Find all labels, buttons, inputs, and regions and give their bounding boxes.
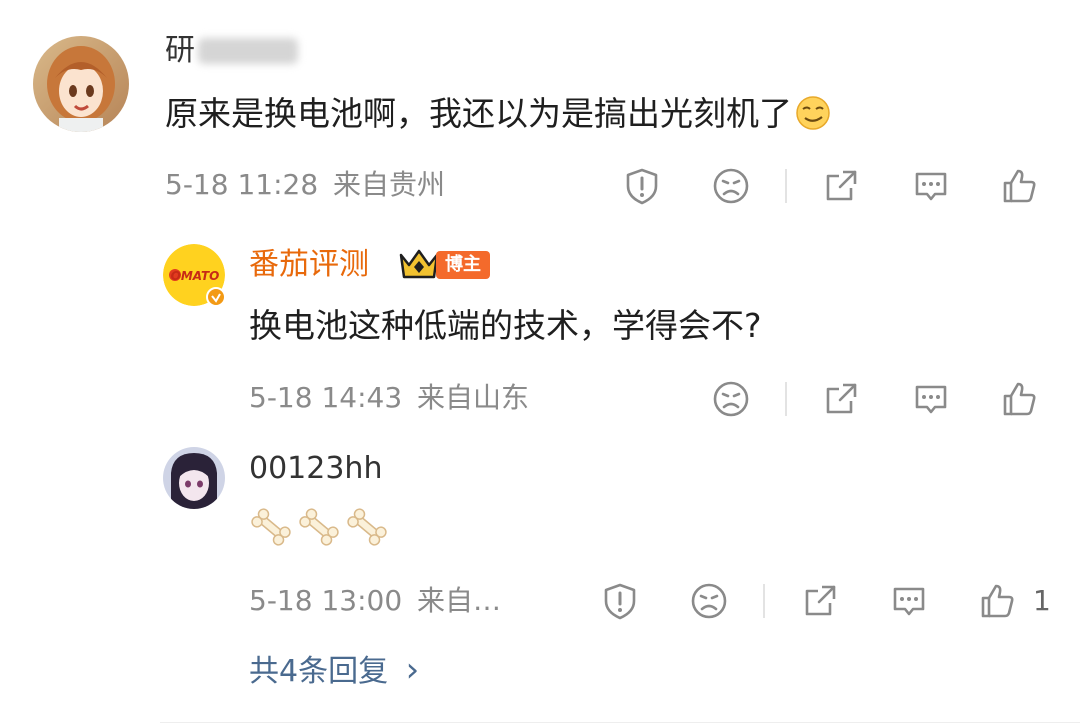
blogger-badge: 博主 — [436, 251, 490, 279]
comment-icon[interactable] — [911, 166, 951, 206]
username[interactable]: 研 — [165, 36, 195, 66]
comment-meta: 5-18 11:28 来自贵州 — [165, 171, 445, 199]
report-icon[interactable] — [600, 581, 640, 621]
like-icon[interactable] — [1000, 379, 1040, 419]
redacted-username — [198, 38, 298, 64]
dislike-face-icon[interactable] — [689, 581, 729, 621]
username[interactable]: 00123hh — [249, 454, 382, 484]
timestamp: 5-18 11:28 — [165, 168, 319, 201]
crown-icon — [398, 247, 440, 283]
report-icon[interactable] — [622, 166, 662, 206]
like-count: 1 — [1033, 584, 1051, 617]
reply-meta: 5-18 13:00 来自… — [249, 587, 501, 615]
more-replies-link[interactable]: 共4条回复 › — [249, 653, 419, 687]
comment-text: 原来是换电池啊，我还以为是搞出光刻机了 — [165, 95, 831, 136]
dislike-face-icon[interactable] — [711, 379, 751, 419]
location: 来自贵州 — [333, 168, 446, 201]
bone-emoji-icon — [345, 507, 389, 551]
dislike-face-icon[interactable] — [711, 166, 751, 206]
avatar[interactable] — [33, 36, 129, 132]
share-icon[interactable] — [800, 581, 840, 621]
avatar[interactable] — [163, 447, 225, 509]
comment-icon[interactable] — [889, 581, 929, 621]
like-icon[interactable] — [978, 581, 1018, 621]
share-icon[interactable] — [821, 379, 861, 419]
bone-emoji-icon — [297, 507, 341, 551]
divider — [785, 169, 787, 203]
timestamp: 5-18 13:00 — [249, 584, 403, 617]
comment-body: 原来是换电池啊，我还以为是搞出光刻机了 — [165, 94, 792, 133]
avatar-logo-text: OMATO — [171, 269, 220, 283]
like-icon[interactable] — [1000, 166, 1040, 206]
timestamp: 5-18 14:43 — [249, 381, 403, 414]
bone-emoji-icon — [249, 507, 293, 551]
location: 来自… — [417, 584, 502, 617]
more-replies-label: 共4条回复 — [249, 654, 389, 689]
chevron-right-icon: › — [405, 650, 420, 690]
divider — [763, 584, 765, 618]
divider — [785, 382, 787, 416]
reply-meta: 5-18 14:43 来自山东 — [249, 384, 529, 412]
smirk-emoji-icon — [795, 95, 831, 136]
verified-icon — [206, 287, 226, 307]
share-icon[interactable] — [821, 166, 861, 206]
location: 来自山东 — [417, 381, 530, 414]
username[interactable]: 番茄评测 — [249, 250, 369, 280]
bottom-divider — [160, 722, 1080, 723]
comment-icon[interactable] — [911, 379, 951, 419]
reply-text: 换电池这种低端的技术，学得会不? — [249, 306, 762, 345]
